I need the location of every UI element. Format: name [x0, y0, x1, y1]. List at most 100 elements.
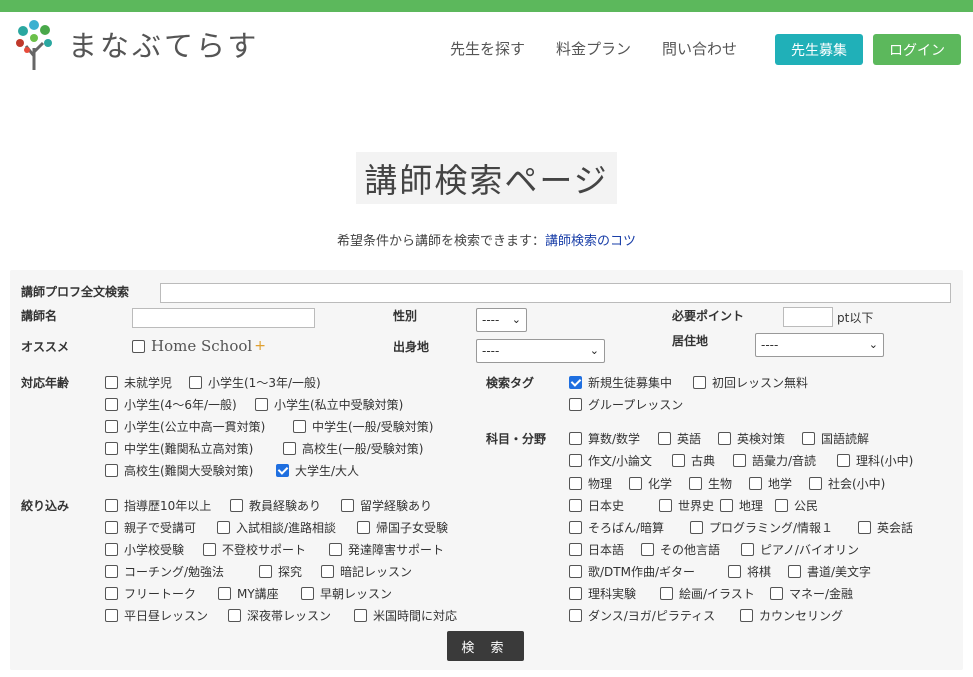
- subject-option-checkbox[interactable]: 絵画/イラスト: [660, 585, 755, 602]
- subject-option-checkbox[interactable]: 古典: [672, 452, 715, 469]
- subject-option-checkbox[interactable]: カウンセリング: [740, 607, 843, 624]
- filter-option-label: 深夜帯レッスン: [247, 609, 332, 623]
- subject-option-checkbox[interactable]: 化学: [629, 475, 672, 492]
- age-option-checkbox[interactable]: 高校生(難関大受験対策): [105, 462, 253, 479]
- age-option-label: 高校生(一般/受験対策): [302, 442, 424, 456]
- filter-option-checkbox[interactable]: 親子で受講可: [105, 519, 196, 536]
- subject-option-checkbox[interactable]: プログラミング/情報１: [690, 519, 833, 536]
- age-option-checkbox[interactable]: 小学生(公立中高一貫対策): [105, 418, 265, 435]
- subject-option-label: 理科実験: [588, 587, 637, 601]
- subject-option-checkbox[interactable]: その他言語: [641, 541, 720, 558]
- subject-option-checkbox[interactable]: 生物: [689, 475, 732, 492]
- age-option-label: 小学生(公立中高一貫対策): [124, 420, 266, 434]
- checkbox-icon: [569, 609, 582, 622]
- age-option-checkbox[interactable]: 中学生(一般/受験対策): [293, 418, 433, 435]
- age-label: 対応年齢: [21, 376, 70, 390]
- filter-option-checkbox[interactable]: 深夜帯レッスン: [228, 607, 331, 624]
- teacher-recruit-button[interactable]: 先生募集: [775, 34, 863, 65]
- nav-find-teacher[interactable]: 先生を探す: [450, 38, 525, 59]
- filter-option-checkbox[interactable]: 探究: [259, 563, 302, 580]
- subject-option-checkbox[interactable]: 日本語: [569, 541, 624, 558]
- subject-option-checkbox[interactable]: 算数/数学: [569, 430, 640, 447]
- subject-option-checkbox[interactable]: 作文/小論文: [569, 452, 652, 469]
- checkbox-icon: [569, 543, 582, 556]
- subject-option-checkbox[interactable]: ダンス/ヨガ/ピラティス: [569, 607, 715, 624]
- filter-option-checkbox[interactable]: 平日昼レッスン: [105, 607, 208, 624]
- subject-option-checkbox[interactable]: 将棋: [728, 563, 771, 580]
- tag-option-checkbox[interactable]: グループレッスン: [569, 396, 683, 413]
- age-option-checkbox[interactable]: 小学生(私立中受験対策): [255, 396, 403, 413]
- search-form: 講師プロフ全文検索 講師名 性別 ---- ⌄ 必要ポイント pt以下 オススメ…: [10, 270, 963, 670]
- checkbox-icon: [218, 587, 231, 600]
- subject-option-label: 地学: [768, 477, 793, 491]
- subject-option-checkbox[interactable]: 英検対策: [718, 430, 785, 447]
- residence-select[interactable]: ---- ⌄: [755, 333, 884, 357]
- search-tips-link[interactable]: 講師検索のコツ: [545, 234, 636, 249]
- filter-option-checkbox[interactable]: 米国時間に対応: [354, 607, 457, 624]
- subject-option-checkbox[interactable]: マネー/金融: [770, 585, 853, 602]
- checkbox-icon: [658, 432, 671, 445]
- age-option-checkbox[interactable]: 未就学児: [105, 374, 172, 391]
- filter-option-checkbox[interactable]: 指導歴10年以上: [105, 497, 211, 514]
- subject-option-checkbox[interactable]: 日本史: [569, 497, 624, 514]
- age-option-checkbox[interactable]: 大学生/大人: [276, 462, 359, 479]
- points-suffix: pt以下: [837, 311, 874, 325]
- nav-pricing[interactable]: 料金プラン: [556, 38, 631, 59]
- filter-option-checkbox[interactable]: 早朝レッスン: [301, 585, 392, 602]
- points-label: 必要ポイント: [672, 309, 745, 323]
- filter-option-checkbox[interactable]: 小学校受験: [105, 541, 184, 558]
- birthplace-select[interactable]: ---- ⌄: [476, 339, 605, 363]
- site-logo[interactable]: まなぶてらす: [12, 18, 259, 70]
- filter-option-checkbox[interactable]: 不登校サポート: [203, 541, 306, 558]
- checkbox-icon: [629, 477, 642, 490]
- subject-option-checkbox[interactable]: 理科(小中): [837, 452, 913, 469]
- tag-option-checkbox[interactable]: 新規生徒募集中: [569, 374, 672, 391]
- filter-option-checkbox[interactable]: 暗記レッスン: [321, 563, 412, 580]
- filter-option-checkbox[interactable]: 教員経験あり: [230, 497, 321, 514]
- login-button[interactable]: ログイン: [873, 34, 961, 65]
- subject-option-checkbox[interactable]: 公民: [775, 497, 818, 514]
- subject-option-checkbox[interactable]: 地理: [720, 497, 763, 514]
- subject-option-checkbox[interactable]: 英語: [658, 430, 701, 447]
- filter-option-checkbox[interactable]: フリートーク: [105, 585, 196, 602]
- checkbox-icon: [728, 565, 741, 578]
- filter-option-checkbox[interactable]: MY講座: [218, 585, 279, 602]
- age-option-checkbox[interactable]: 中学生(難関私立高対策): [105, 440, 253, 457]
- gender-select[interactable]: ---- ⌄: [476, 308, 527, 332]
- filter-option-label: フリートーク: [124, 587, 197, 601]
- subject-option-checkbox[interactable]: 社会(小中): [809, 475, 885, 492]
- filter-option-checkbox[interactable]: コーチング/勉強法: [105, 563, 224, 580]
- subject-option-checkbox[interactable]: 歌/DTM作曲/ギター: [569, 563, 695, 580]
- filter-option-checkbox[interactable]: 留学経験あり: [341, 497, 432, 514]
- filter-option-checkbox[interactable]: 帰国子女受験: [357, 519, 448, 536]
- teacher-name-input[interactable]: [132, 308, 315, 328]
- subject-option-checkbox[interactable]: ピアノ/バイオリン: [741, 541, 859, 558]
- subject-option-label: 作文/小論文: [588, 454, 653, 468]
- subject-option-checkbox[interactable]: 英会話: [858, 519, 913, 536]
- fulltext-search-input[interactable]: [160, 283, 951, 303]
- subject-option-checkbox[interactable]: 理科実験: [569, 585, 636, 602]
- checkbox-icon: [255, 398, 268, 411]
- homeschool-checkbox[interactable]: Home School +: [132, 337, 266, 355]
- filter-option-checkbox[interactable]: 発達障害サポート: [329, 541, 444, 558]
- subject-option-checkbox[interactable]: 国語読解: [802, 430, 869, 447]
- subject-option-checkbox[interactable]: 語彙力/音読: [733, 452, 816, 469]
- checkbox-icon: [105, 464, 118, 477]
- age-option-checkbox[interactable]: 小学生(1〜3年/一般): [189, 374, 321, 391]
- points-input[interactable]: [783, 307, 833, 327]
- age-option-label: 小学生(4〜6年/一般): [124, 398, 237, 412]
- age-option-checkbox[interactable]: 小学生(4〜6年/一般): [105, 396, 237, 413]
- fulltext-label: 講師プロフ全文検索: [21, 285, 130, 299]
- age-option-checkbox[interactable]: 高校生(一般/受験対策): [283, 440, 423, 457]
- subject-option-checkbox[interactable]: 地学: [749, 475, 792, 492]
- filter-option-label: 指導歴10年以上: [124, 499, 212, 513]
- tag-option-checkbox[interactable]: 初回レッスン無料: [693, 374, 808, 391]
- subject-option-checkbox[interactable]: 書道/美文字: [788, 563, 871, 580]
- search-button[interactable]: 検 索: [447, 631, 524, 661]
- subject-option-label: そろばん/暗算: [588, 521, 665, 535]
- subject-option-checkbox[interactable]: そろばん/暗算: [569, 519, 664, 536]
- subject-option-checkbox[interactable]: 世界史: [659, 497, 714, 514]
- subject-option-checkbox[interactable]: 物理: [569, 475, 612, 492]
- filter-option-checkbox[interactable]: 入試相談/進路相談: [217, 519, 336, 536]
- nav-contact[interactable]: 問い合わせ: [662, 38, 737, 59]
